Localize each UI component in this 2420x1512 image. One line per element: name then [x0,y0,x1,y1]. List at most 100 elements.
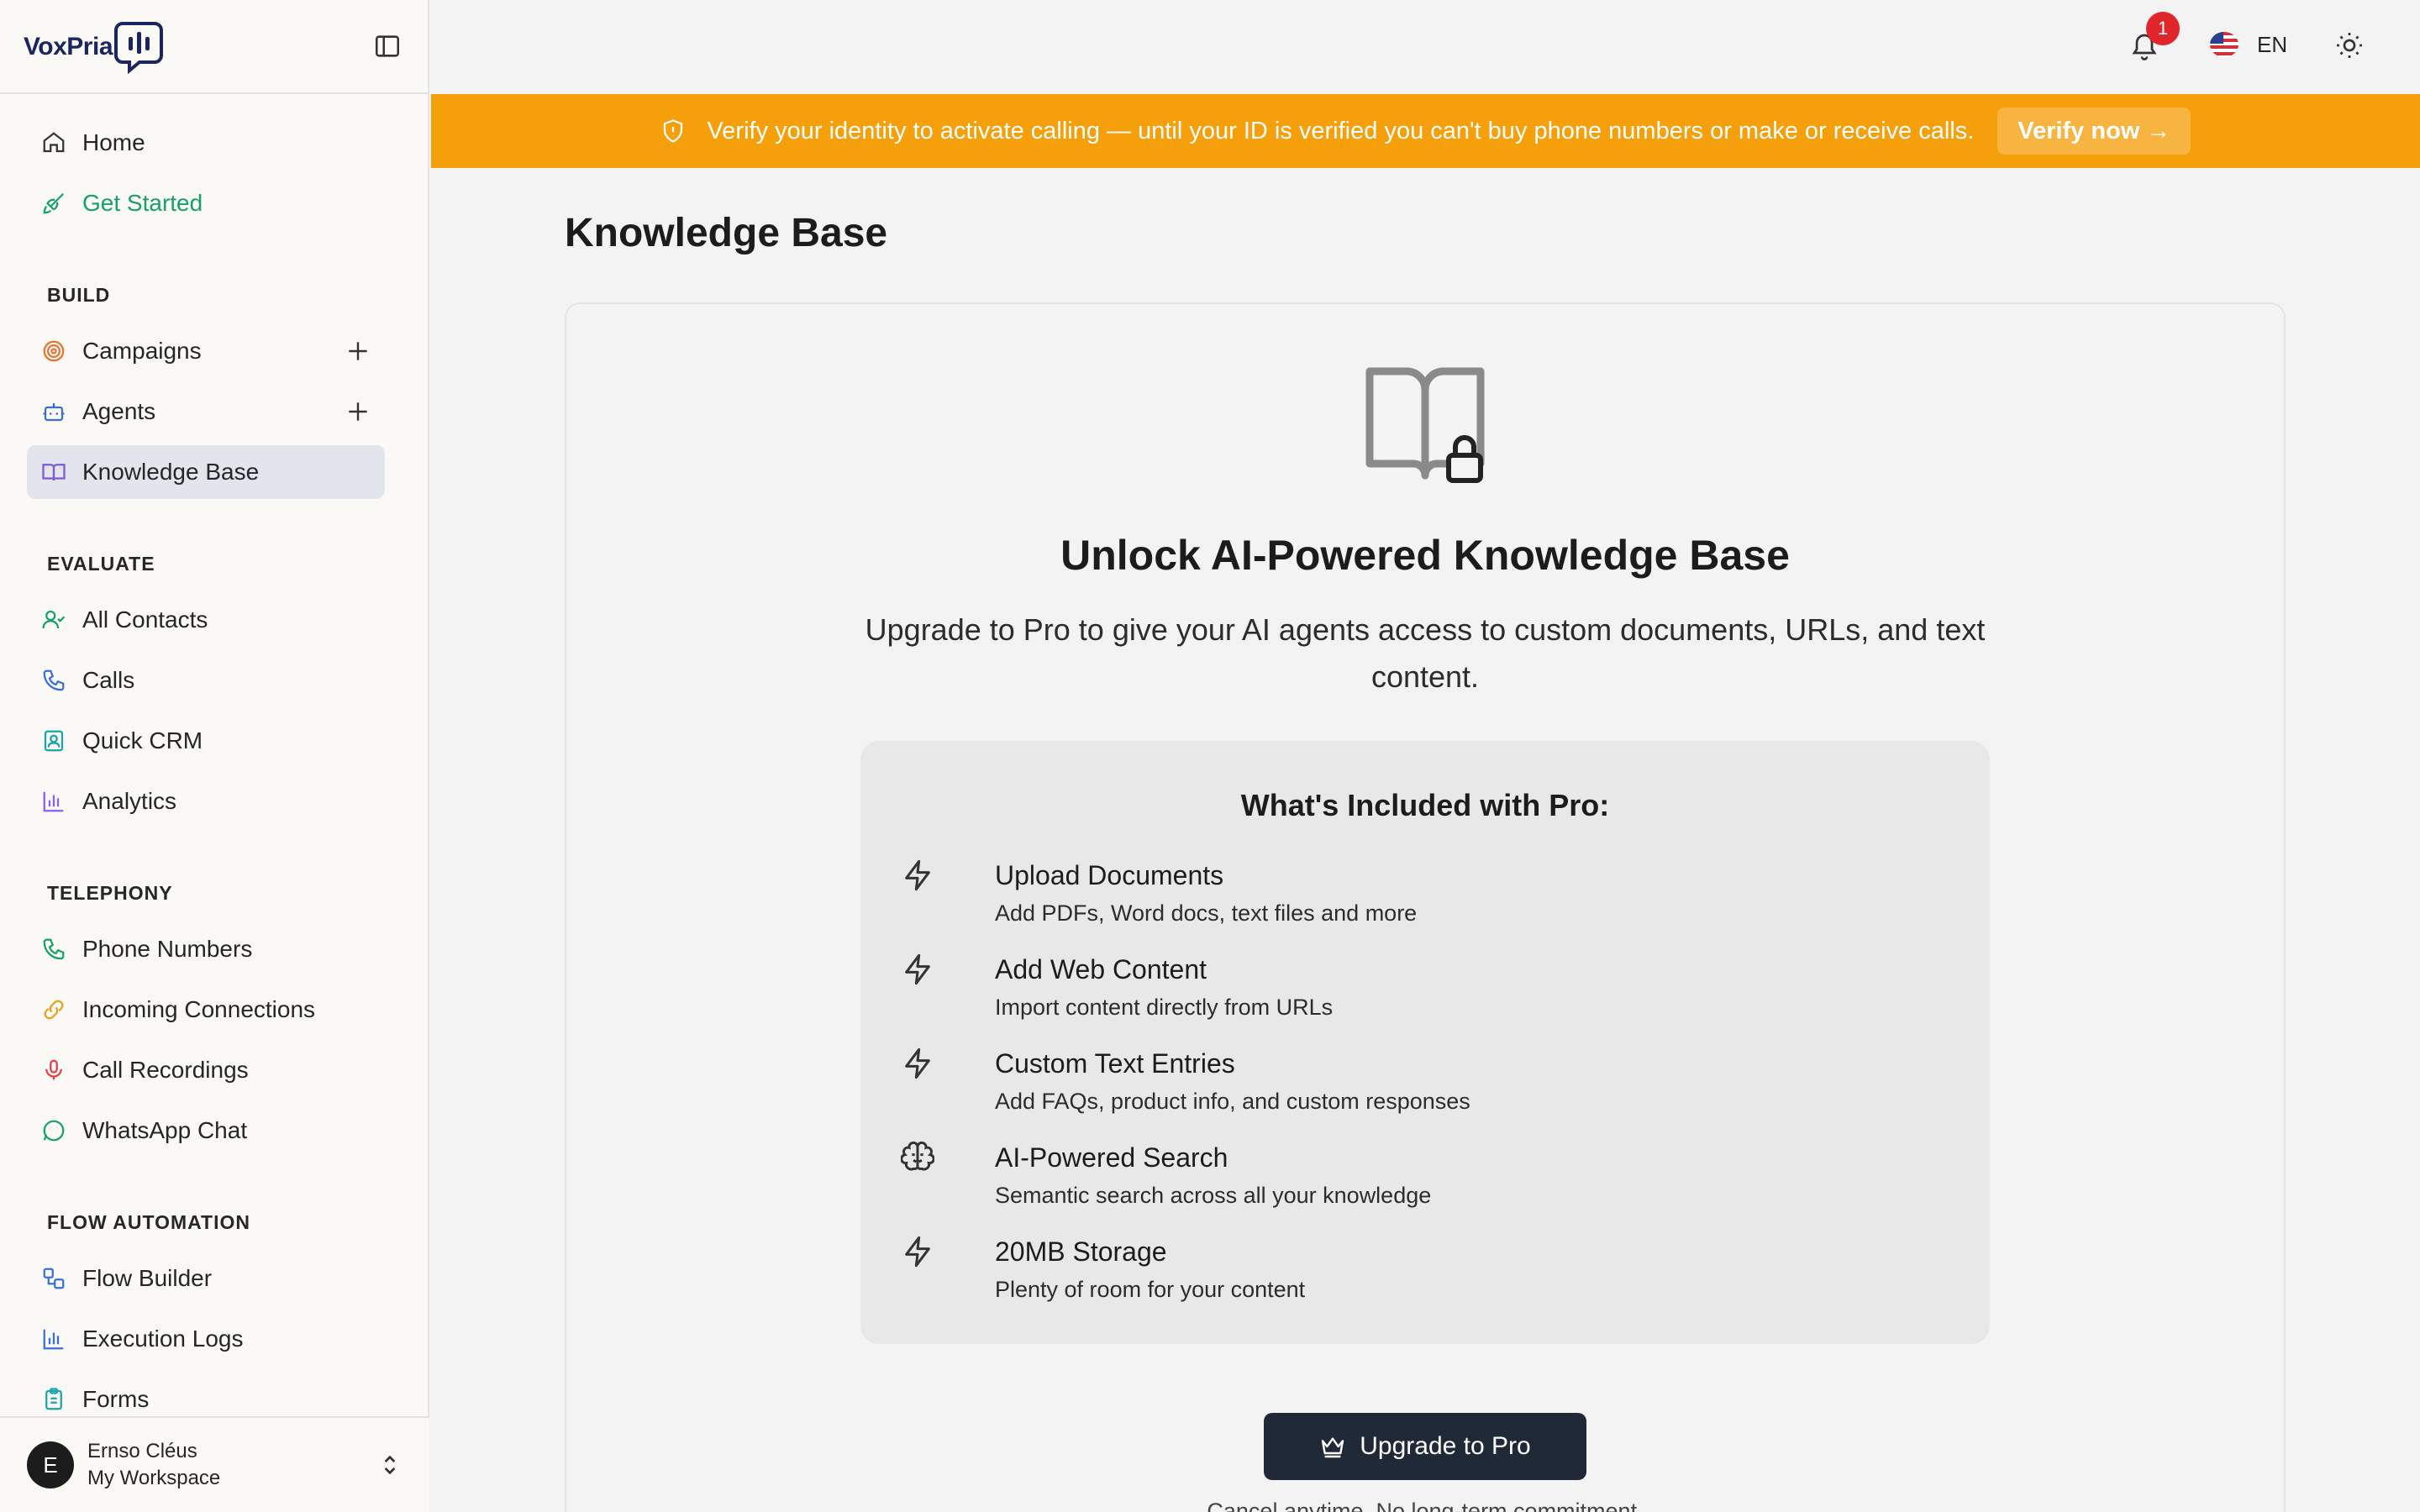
feature-title: Add Web Content [995,954,1207,984]
contact-card-icon [44,730,64,752]
zap-icon [905,1236,930,1268]
sidebar-item-whatsapp-chat[interactable]: WhatsApp Chat [27,1104,385,1158]
verification-banner: Verify your identity to activate calling… [431,94,2420,168]
user-menu[interactable]: E Ernso Cléus My Workspace [0,1416,429,1512]
sidebar-item-get-started[interactable]: Get Started [27,176,385,230]
upgrade-to-pro-button[interactable]: Upgrade to Pro [1264,1413,1586,1480]
add-agent-icon[interactable] [345,398,371,425]
us-flag-icon[interactable] [2210,32,2238,57]
sidebar-item-label: Execution Logs [82,1326,244,1352]
feature-description: Plenty of room for your content [995,1277,1306,1302]
message-circle-icon [43,1120,65,1142]
topbar [431,0,2420,94]
add-campaign-icon[interactable] [345,338,371,365]
sun-icon[interactable] [2334,30,2365,60]
feature-title: 20MB Storage [995,1236,1167,1267]
workflow-icon [43,1268,65,1289]
sidebar-item-label: Home [82,129,145,155]
avatar: E [27,1441,74,1488]
hero-subtitle: Upgrade to Pro to give your AI agents ac… [865,612,1986,694]
sidebar-item-label: WhatsApp Chat [82,1117,248,1143]
pro-features-box: What's Included with Pro: Upload Documen… [860,741,1990,1344]
feature-description: Semantic search across all your knowledg… [995,1183,1432,1208]
sidebar-item-label: Phone Numbers [82,936,253,962]
notification-badge: 1 [2146,12,2180,45]
sidebar-item-knowledge-base[interactable]: Knowledge Base [27,445,385,499]
target-icon [43,340,65,362]
sidebar-item-campaigns[interactable]: Campaigns [27,324,385,378]
logo-text: VoxPria [24,33,113,60]
upgrade-footnote: Cancel anytime. No long-term commitment. [1207,1499,1644,1512]
hero-title: Unlock AI-Powered Knowledge Base [1060,532,1790,579]
feature-item: Upload Documents Add PDFs, Word docs, te… [901,858,1943,942]
page-title: Knowledge Base [565,211,888,255]
sidebar-item-phone-numbers[interactable]: Phone Numbers [27,922,385,976]
sidebar-item-label: Agents [82,398,156,424]
feature-description: Add FAQs, product info, and custom respo… [995,1089,1470,1114]
section-evaluate: EVALUATE [47,553,155,575]
sidebar-item-label: Quick CRM [82,727,203,753]
user-name: Ernso Cléus [87,1440,197,1462]
sidebar-item-all-contacts[interactable]: All Contacts [27,593,385,647]
workspace-name: My Workspace [87,1467,221,1489]
sidebar-item-analytics[interactable]: Analytics [27,774,385,828]
feature-title: AI-Powered Search [995,1142,1228,1173]
feature-title: Upload Documents [995,860,1224,890]
sidebar-item-flow-builder[interactable]: Flow Builder [27,1252,385,1305]
pro-features-title: What's Included with Pro: [1240,788,1610,822]
sidebar-header: VoxPria [0,0,428,94]
zap-icon [905,953,930,985]
bar-chart-icon [43,1329,64,1350]
zap-icon [905,859,930,891]
sidebar: VoxPria Home Get Started BUILD Campaigns… [0,0,429,1512]
sidebar-item-label: Campaigns [82,338,202,364]
section-telephony: TELEPHONY [47,882,173,904]
chevrons-up-down-icon[interactable] [376,1452,403,1478]
sidebar-item-home[interactable]: Home [27,116,385,170]
sidebar-item-calls[interactable]: Calls [27,654,385,707]
upgrade-button-label: Upgrade to Pro [1360,1432,1531,1460]
sidebar-item-agents[interactable]: Agents [27,385,385,438]
sidebar-item-label: All Contacts [82,606,208,633]
crown-icon [1322,1437,1344,1458]
sidebar-item-label: Forms [82,1386,150,1412]
feature-item: AI-Powered Search Semantic search across… [901,1141,1943,1225]
sidebar-item-label: Get Started [82,190,203,216]
sidebar-item-label: Knowledge Base [82,459,260,485]
feature-item: 20MB Storage Plenty of room for your con… [901,1235,1943,1319]
bot-icon [43,403,65,422]
bar-chart-icon [43,791,64,812]
feature-item: Custom Text Entries Add FAQs, product in… [901,1047,1943,1131]
feature-description: Import content directly from URLs [995,995,1334,1020]
sidebar-item-label: Calls [82,667,135,693]
logo-mark-icon [114,22,163,74]
verify-now-button[interactable]: Verify now → [1997,108,2191,155]
sidebar-item-quick-crm[interactable]: Quick CRM [27,714,385,768]
home-icon [43,132,65,153]
rocket-icon [43,192,65,214]
banner-message: Verify your identity to activate calling… [707,117,1975,144]
sidebar-item-label: Call Recordings [82,1057,249,1083]
sidebar-item-call-recordings[interactable]: Call Recordings [27,1043,385,1097]
section-flow-automation: FLOW AUTOMATION [47,1211,250,1233]
mic-icon [45,1059,62,1080]
phone-icon [43,669,65,691]
user-check-icon [42,610,66,629]
sidebar-item-incoming-connections[interactable]: Incoming Connections [27,983,385,1037]
app-logo[interactable]: VoxPria [24,20,163,74]
sidebar-toggle-icon[interactable] [373,32,402,60]
language-selector[interactable]: EN [2257,32,2287,58]
section-build: BUILD [47,284,111,306]
zap-icon [905,1047,930,1079]
sidebar-item-execution-logs[interactable]: Execution Logs [27,1312,385,1366]
sidebar-item-label: Incoming Connections [82,996,316,1022]
phone-icon [43,938,65,960]
clipboard-icon [45,1388,62,1410]
shield-alert-icon [663,119,682,143]
brain-icon [901,1141,934,1171]
book-open-icon [42,464,66,481]
feature-item: Add Web Content Import content directly … [901,953,1943,1037]
link-icon [44,1000,64,1020]
feature-description: Add PDFs, Word docs, text files and more [995,900,1418,926]
sidebar-item-label: Analytics [82,788,177,814]
